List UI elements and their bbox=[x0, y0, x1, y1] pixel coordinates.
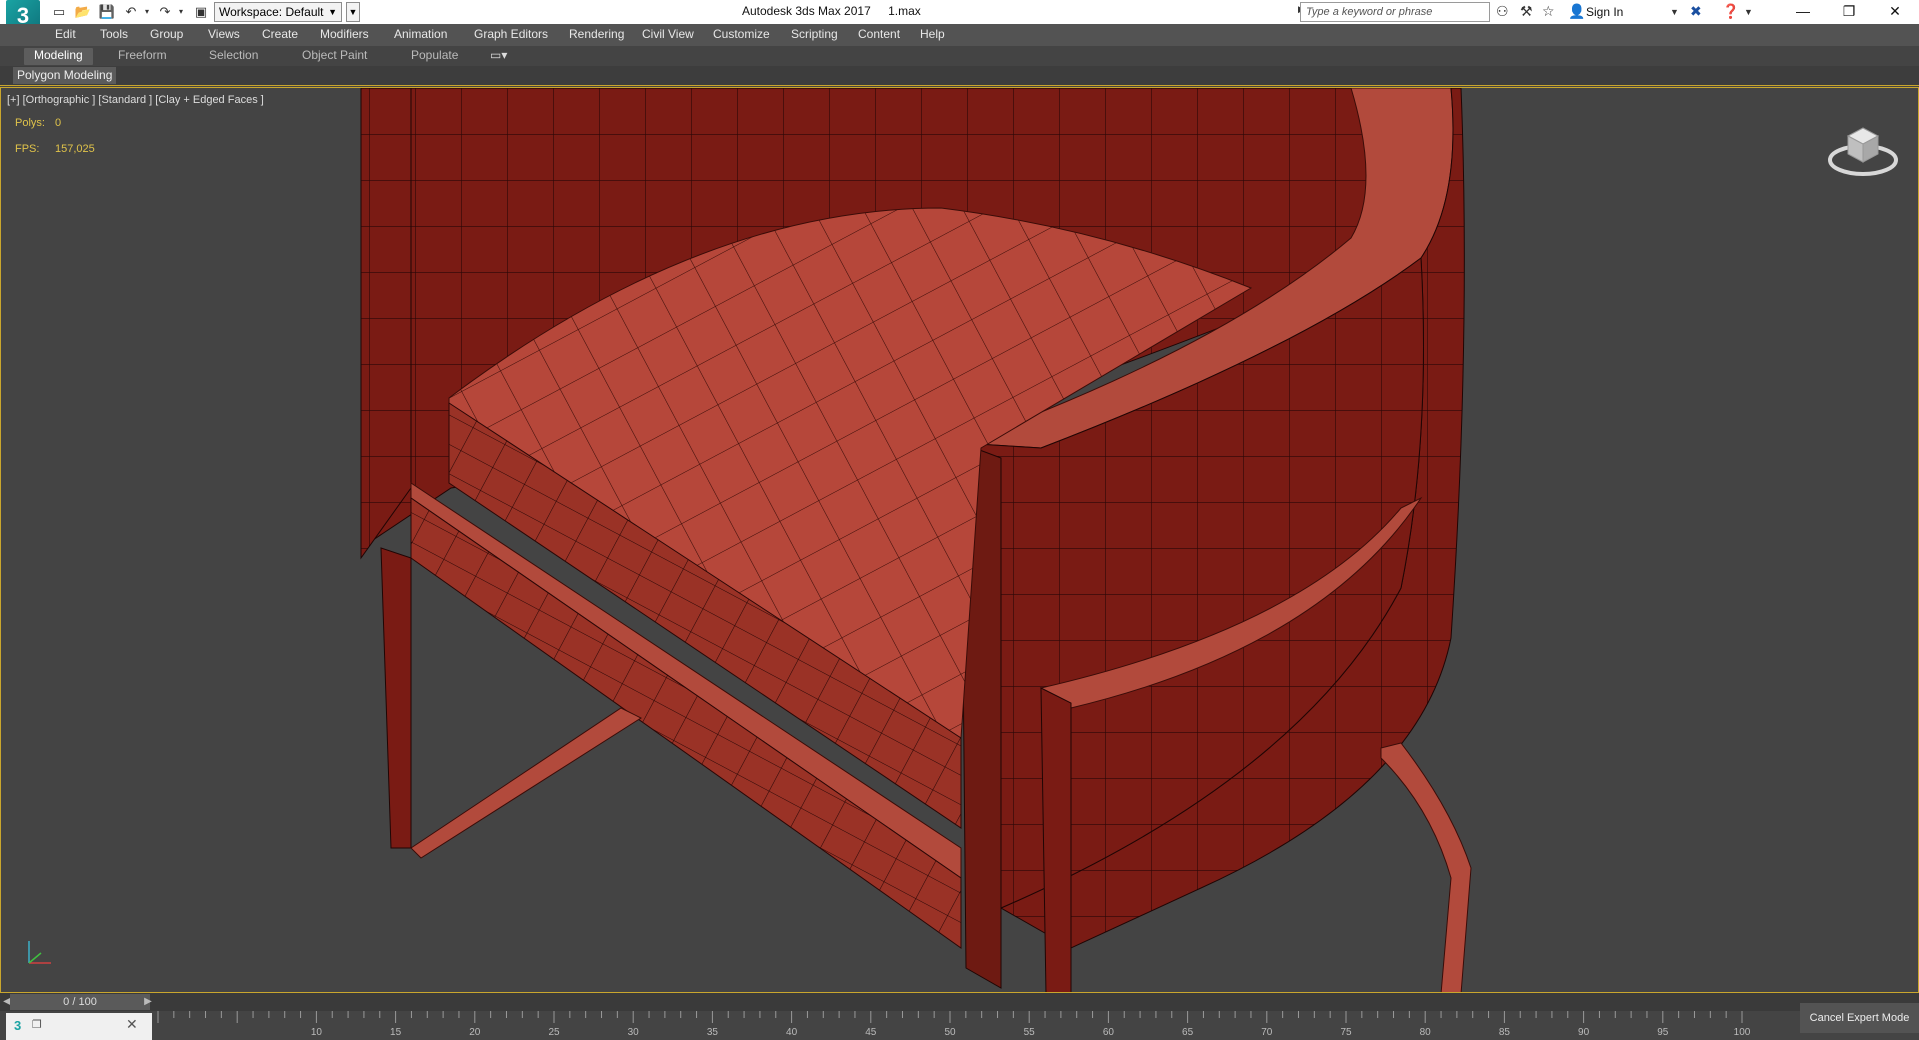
close-mini-icon[interactable]: ✕ bbox=[126, 1016, 138, 1033]
ruler-tick-label: 85 bbox=[1499, 1027, 1511, 1038]
ruler-tick-label: 10 bbox=[311, 1027, 323, 1038]
polys-stat: Polys: 0 bbox=[15, 117, 61, 129]
time-slider[interactable]: 0 / 100 bbox=[10, 994, 150, 1010]
ruler-tick-label: 55 bbox=[1024, 1027, 1036, 1038]
file-name: 1.max bbox=[888, 4, 921, 18]
fps-label: FPS: bbox=[15, 143, 40, 155]
minimize-button[interactable]: — bbox=[1780, 0, 1826, 24]
favorites-star-icon[interactable]: ☆ bbox=[1542, 3, 1555, 20]
polys-label: Polys: bbox=[15, 117, 45, 129]
restore-button[interactable]: ❐ bbox=[1826, 0, 1872, 24]
ruler-tick-label: 60 bbox=[1103, 1027, 1115, 1038]
undo-dropdown-icon[interactable]: ▾ bbox=[138, 3, 156, 21]
menu-tools[interactable]: Tools bbox=[100, 27, 128, 41]
ribbon-panel: Polygon Modeling bbox=[0, 66, 1919, 86]
ruler-tick-label: 95 bbox=[1657, 1027, 1669, 1038]
menu-bar: Edit Tools Group Views Create Modifiers … bbox=[0, 24, 1919, 46]
help-dropdown-icon[interactable]: ▼ bbox=[1744, 7, 1753, 17]
sign-in-dropdown-icon[interactable]: ▼ bbox=[1670, 7, 1679, 17]
app-title: Autodesk 3ds Max 2017 bbox=[742, 4, 871, 18]
ruler-tick-label: 70 bbox=[1261, 1027, 1273, 1038]
cancel-expert-mode-button[interactable]: Cancel Expert Mode bbox=[1800, 1003, 1919, 1033]
polys-value: 0 bbox=[55, 117, 62, 129]
close-button[interactable]: ✕ bbox=[1872, 0, 1918, 24]
restore-mini-icon[interactable]: ❐ bbox=[32, 1018, 42, 1031]
ruler-tick-label: 50 bbox=[944, 1027, 956, 1038]
ruler-tick-label: 30 bbox=[628, 1027, 640, 1038]
menu-views[interactable]: Views bbox=[208, 27, 240, 41]
tab-populate[interactable]: Populate bbox=[411, 48, 458, 62]
menu-animation[interactable]: Animation bbox=[394, 27, 447, 41]
ruler-tick-label: 25 bbox=[548, 1027, 560, 1038]
menu-help[interactable]: Help bbox=[920, 27, 945, 41]
menu-civil-view[interactable]: Civil View bbox=[642, 27, 694, 41]
project-folder-icon[interactable]: ▣ bbox=[192, 3, 210, 21]
viewport-label-menu[interactable]: [+] [Orthographic ] [Standard ] [Clay + … bbox=[7, 94, 264, 106]
perspective-viewport[interactable]: [+] [Orthographic ] [Standard ] [Clay + … bbox=[0, 87, 1919, 993]
menu-content[interactable]: Content bbox=[858, 27, 900, 41]
workspace-select[interactable]: Workspace: Default ▼ bbox=[214, 2, 342, 22]
ruler-tick-label: 80 bbox=[1420, 1027, 1432, 1038]
track-bar[interactable]: 10 15 20 25 30 35 40 45 50 55 60 65 70 75 80 85 90 95 100 bbox=[0, 1011, 1919, 1040]
fps-value: 157,025 bbox=[55, 143, 95, 155]
ruler-tick-label: 100 bbox=[1734, 1027, 1751, 1038]
menu-scripting[interactable]: Scripting bbox=[791, 27, 838, 41]
taskbar-thumbnail[interactable]: 3 ❐ ✕ bbox=[6, 1013, 152, 1040]
exchange-apps-icon[interactable]: ✖ bbox=[1690, 3, 1702, 20]
ruler-tick-label: 15 bbox=[390, 1027, 402, 1038]
help-icon[interactable]: ❓ bbox=[1722, 3, 1739, 20]
fps-stat: FPS: 157,025 bbox=[15, 143, 95, 155]
window-title: Autodesk 3ds Max 2017 1.max bbox=[742, 4, 935, 18]
workspace-label: Workspace: Default bbox=[219, 5, 324, 19]
tab-modeling[interactable]: Modeling bbox=[24, 48, 93, 65]
ruler-tick-label: 45 bbox=[865, 1027, 877, 1038]
tab-object-paint[interactable]: Object Paint bbox=[302, 48, 367, 62]
save-file-icon[interactable]: 💾 bbox=[98, 3, 116, 21]
tab-selection[interactable]: Selection bbox=[209, 48, 258, 62]
new-file-icon[interactable]: ▭ bbox=[50, 3, 68, 21]
polygon-modeling-panel[interactable]: Polygon Modeling bbox=[13, 67, 117, 84]
viewcube-icon[interactable] bbox=[1828, 118, 1898, 183]
ruler-tick-label: 65 bbox=[1182, 1027, 1194, 1038]
chevron-down-icon: ▼ bbox=[328, 7, 337, 17]
ruler-tick-label: 35 bbox=[707, 1027, 719, 1038]
menu-edit[interactable]: Edit bbox=[55, 27, 76, 41]
ruler-tick-label: 40 bbox=[786, 1027, 798, 1038]
quick-access-more-button[interactable]: ▼ bbox=[346, 2, 360, 22]
tab-freeform[interactable]: Freeform bbox=[118, 48, 167, 62]
user-icon[interactable]: 👤 bbox=[1568, 3, 1585, 20]
axis-tripod-icon bbox=[21, 937, 55, 974]
menu-rendering[interactable]: Rendering bbox=[569, 27, 624, 41]
ribbon-tabs: Modeling Freeform Selection Object Paint… bbox=[0, 46, 1919, 66]
ribbon-options-icon[interactable]: ▭▾ bbox=[490, 48, 507, 62]
next-frame-icon[interactable]: ▶ bbox=[143, 994, 153, 1010]
ruler-tick-label: 20 bbox=[469, 1027, 481, 1038]
communication-center-icon[interactable]: ⚒ bbox=[1520, 3, 1533, 20]
time-slider-bar: ◀ 0 / 100 ▶ bbox=[0, 993, 1919, 1011]
viewport-scene bbox=[360, 88, 1472, 992]
menu-customize[interactable]: Customize bbox=[713, 27, 770, 41]
menu-graph-editors[interactable]: Graph Editors bbox=[474, 27, 548, 41]
redo-dropdown-icon[interactable]: ▾ bbox=[172, 3, 190, 21]
binoculars-icon[interactable]: ⚇ bbox=[1496, 3, 1509, 20]
search-input[interactable]: Type a keyword or phrase bbox=[1300, 2, 1490, 22]
menu-group[interactable]: Group bbox=[150, 27, 183, 41]
sign-in-button[interactable]: Sign In bbox=[1586, 5, 1623, 19]
menu-create[interactable]: Create bbox=[262, 27, 298, 41]
track-bar-ruler: 10 15 20 25 30 35 40 45 50 55 60 65 70 75 80 85 90 95 100 bbox=[157, 1011, 1751, 1038]
ruler-tick-label: 75 bbox=[1340, 1027, 1352, 1038]
app-mini-icon: 3 bbox=[14, 1018, 22, 1033]
open-file-icon[interactable]: 📂 bbox=[74, 3, 92, 21]
ruler-tick-label: 90 bbox=[1578, 1027, 1590, 1038]
title-bar: 3 ▭ 📂 💾 ↶ ▾ ↷ ▾ ▣ Workspace: Default ▼ ▼… bbox=[0, 0, 1919, 40]
menu-modifiers[interactable]: Modifiers bbox=[320, 27, 369, 41]
